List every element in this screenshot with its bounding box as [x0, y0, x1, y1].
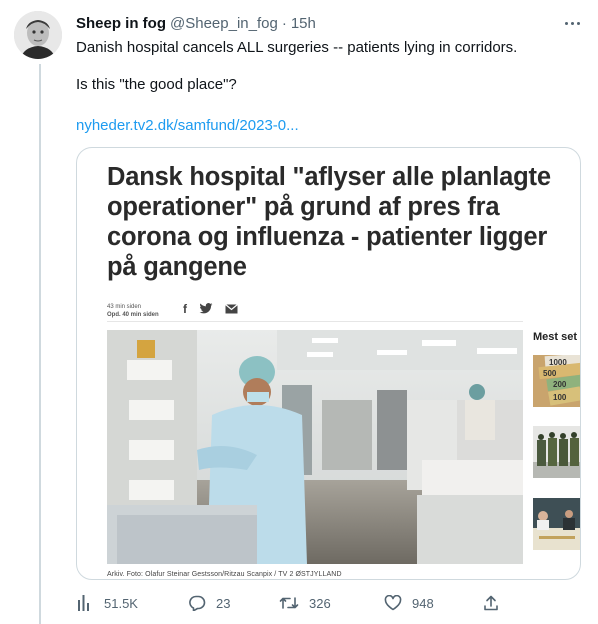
like-count: 948	[412, 595, 434, 611]
reply-action[interactable]: 23	[188, 595, 230, 611]
thumbnail-table	[533, 498, 580, 550]
posted-time: 43 min siden	[107, 304, 142, 310]
link-preview-card[interactable]: Dansk hospital "aflyser alle planlagte o…	[76, 147, 581, 580]
sidebar-title: Mest set	[533, 331, 578, 343]
separator-dot: ·	[281, 14, 287, 32]
reply-count: 23	[216, 595, 231, 611]
divider	[107, 321, 523, 322]
facebook-icon: f	[183, 302, 187, 316]
tweet-link[interactable]: nyheder.tv2.dk/samfund/2023-0...	[76, 117, 299, 134]
thumbnail-soldiers	[533, 426, 580, 478]
article-photo	[107, 330, 523, 564]
heart-icon	[384, 595, 402, 611]
more-dots-icon[interactable]	[561, 18, 584, 29]
upload-arrow-icon	[484, 595, 498, 611]
thumbnail-banknotes: 1000 500 200 100	[533, 355, 580, 407]
author-name[interactable]: Sheep in fog	[76, 15, 166, 32]
article-meta: 43 min siden Opd. 40 min siden	[107, 303, 159, 319]
tweet-actions: 51.5K 23 326 948	[76, 593, 516, 613]
speech-bubble-icon	[189, 595, 206, 611]
banknote-value-100: 100	[553, 393, 567, 402]
author-handle[interactable]: @Sheep_in_fog	[170, 15, 278, 32]
retweet-action[interactable]: 326	[279, 595, 331, 611]
mail-icon	[225, 304, 238, 314]
banknote-value-500: 500	[543, 369, 557, 378]
share-row: f	[183, 302, 238, 316]
photo-caption: Arkiv. Foto: Olafur Steinar Gestsson/Rit…	[107, 571, 342, 578]
tweet-text-line1: Danish hospital cancels ALL surgeries --…	[76, 39, 518, 56]
banknote-value-1000: 1000	[549, 358, 567, 367]
updated-time: Opd. 40 min siden	[107, 312, 159, 318]
timestamp[interactable]: 15h	[291, 15, 316, 32]
views-count: 51.5K	[104, 595, 138, 611]
tweet-header: Sheep in fog @Sheep_in_fog · 15h	[76, 13, 584, 33]
bar-chart-icon	[78, 595, 89, 611]
twitter-bird-icon	[199, 303, 213, 314]
share-action[interactable]	[482, 595, 500, 611]
tweet-text-line2: Is this "the good place"?	[76, 76, 237, 93]
retweet-count: 326	[309, 595, 331, 611]
views-action[interactable]: 51.5K	[76, 595, 138, 611]
article-headline: Dansk hospital "aflyser alle planlagte o…	[107, 163, 551, 281]
like-action[interactable]: 948	[384, 595, 434, 611]
avatar[interactable]	[14, 11, 62, 59]
thread-line	[39, 64, 41, 624]
retweet-arrows-icon	[279, 597, 299, 609]
banknote-value-200: 200	[553, 380, 567, 389]
